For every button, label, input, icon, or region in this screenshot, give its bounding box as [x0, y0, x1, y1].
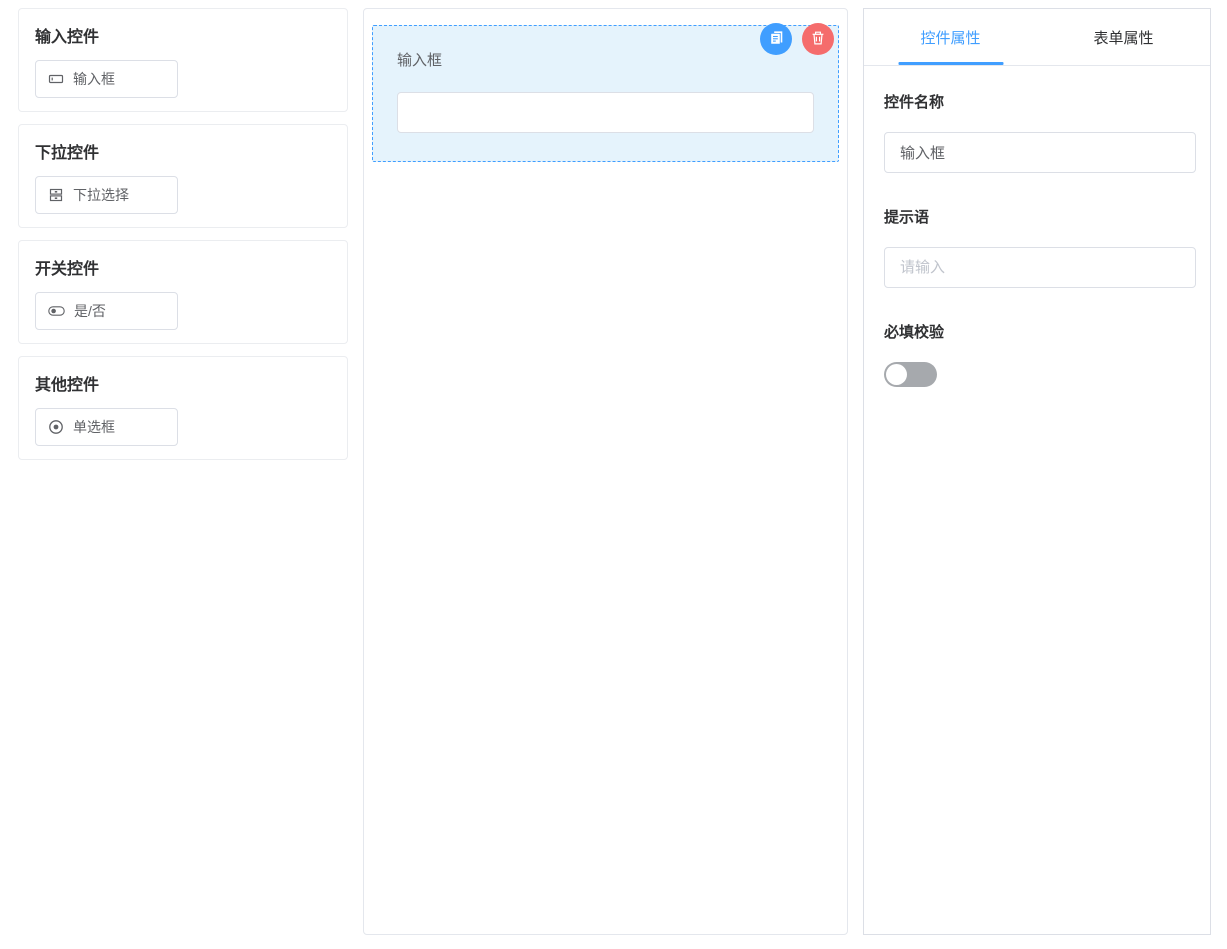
radio-icon [48, 419, 64, 435]
switch-icon [48, 305, 65, 317]
field-label: 控件名称 [884, 94, 1196, 111]
palette-item-dropdown-select[interactable]: 下拉选择 [35, 176, 178, 214]
form-designer: 输入控件 输入框 下拉控件 下拉选择 开关控件 [0, 0, 1227, 949]
field-required-validation: 必填校验 [884, 324, 1196, 392]
dropdown-icon [48, 187, 64, 203]
widget-action-buttons [760, 23, 834, 55]
palette-group-switch: 开关控件 是/否 [18, 240, 348, 344]
palette-item-yes-no[interactable]: 是/否 [35, 292, 178, 330]
group-title: 开关控件 [35, 260, 331, 279]
form-canvas[interactable]: 输入框 [363, 8, 848, 935]
field-placeholder-text: 提示语 [884, 209, 1196, 288]
copy-icon [768, 29, 785, 49]
properties-tabs: 控件属性 表单属性 [864, 9, 1210, 66]
palette-item-input-box[interactable]: 输入框 [35, 60, 178, 98]
required-toggle[interactable] [884, 362, 937, 387]
palette-group-input: 输入控件 输入框 [18, 8, 348, 112]
canvas-widget-input[interactable] [397, 92, 814, 133]
field-label: 提示语 [884, 209, 1196, 226]
widget-palette: 输入控件 输入框 下拉控件 下拉选择 开关控件 [18, 8, 348, 460]
input-box-icon [48, 71, 64, 87]
properties-body: 控件名称 提示语 必填校验 [864, 66, 1210, 392]
widget-name-input[interactable] [884, 132, 1196, 173]
palette-item-radio-box[interactable]: 单选框 [35, 408, 178, 446]
copy-widget-button[interactable] [760, 23, 792, 55]
palette-item-label: 单选框 [73, 417, 115, 437]
palette-item-label: 是/否 [74, 301, 106, 321]
placeholder-text-input[interactable] [884, 247, 1196, 288]
toggle-knob [886, 364, 907, 385]
group-title: 下拉控件 [35, 144, 331, 163]
properties-panel: 控件属性 表单属性 控件名称 提示语 必填校验 [863, 8, 1211, 935]
field-widget-name: 控件名称 [884, 94, 1196, 173]
palette-group-dropdown: 下拉控件 下拉选择 [18, 124, 348, 228]
canvas-widget-label: 输入框 [397, 52, 814, 70]
canvas-widget-input-box[interactable]: 输入框 [372, 25, 839, 162]
palette-group-other: 其他控件 单选框 [18, 356, 348, 460]
group-title: 其他控件 [35, 376, 331, 395]
trash-icon [810, 30, 826, 49]
tab-widget-properties[interactable]: 控件属性 [864, 9, 1037, 65]
delete-widget-button[interactable] [802, 23, 834, 55]
group-title: 输入控件 [35, 28, 331, 47]
tab-form-properties[interactable]: 表单属性 [1037, 9, 1210, 65]
field-label: 必填校验 [884, 324, 1196, 341]
palette-item-label: 下拉选择 [73, 185, 129, 205]
palette-item-label: 输入框 [73, 69, 115, 89]
